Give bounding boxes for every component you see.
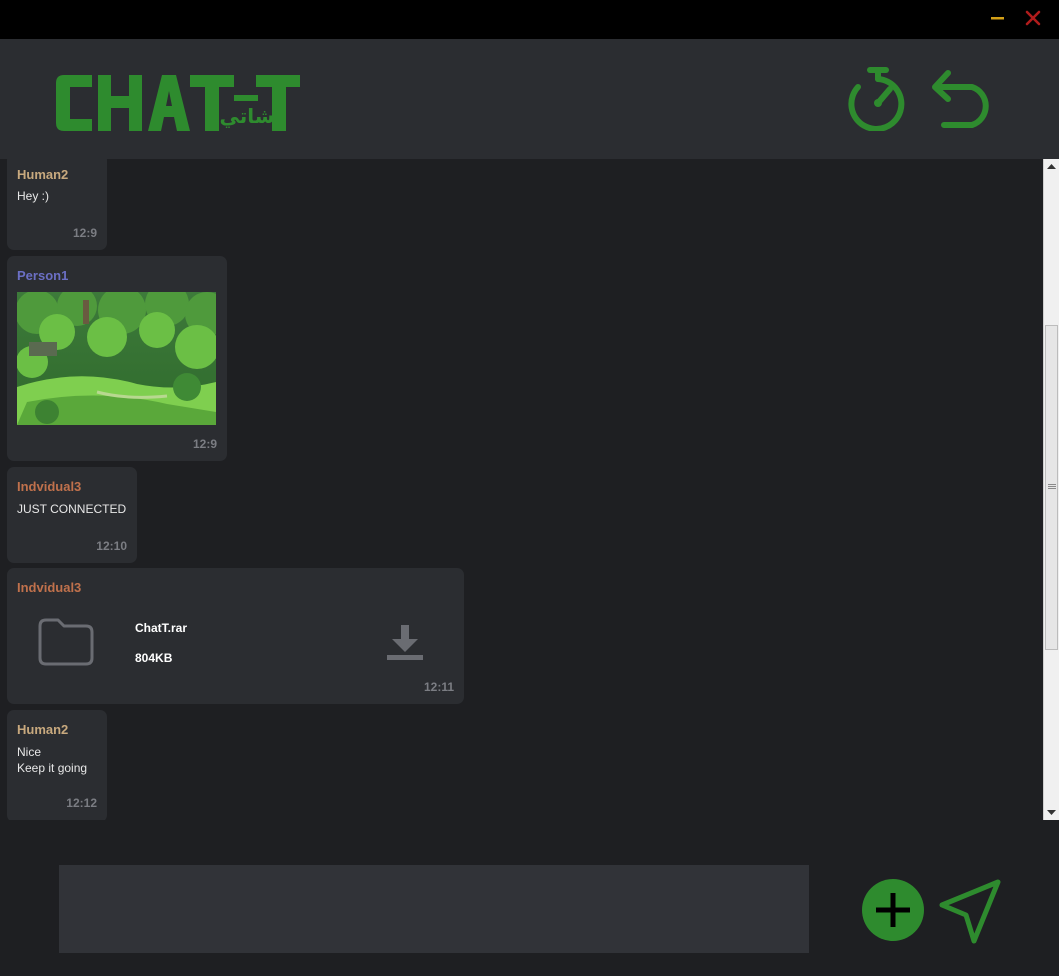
- scroll-up-arrow-icon[interactable]: [1045, 160, 1058, 174]
- message-sender: Person1: [17, 268, 69, 283]
- message-sender: Indvidual3: [17, 580, 82, 595]
- download-icon[interactable]: [384, 623, 426, 663]
- message-time: 12:10: [96, 539, 127, 553]
- message-time: 12:9: [72, 226, 97, 240]
- message-text: Hey :): [17, 189, 50, 203]
- folder-icon: [36, 616, 96, 668]
- plus-icon[interactable]: [861, 878, 925, 942]
- message-text: JUST CONNECTED: [17, 502, 127, 516]
- app-logo: شاتي: [52, 69, 304, 135]
- message-input[interactable]: [59, 865, 809, 953]
- message-sender: Indvidual3: [17, 479, 82, 494]
- message-text: Nice Keep it going: [17, 745, 88, 775]
- stopwatch-icon[interactable]: [846, 65, 910, 132]
- message-bubble: Indvidual3 JUST CONNECTED 12:10: [7, 467, 137, 563]
- file-name: ChatT.rar: [135, 621, 188, 635]
- message-sender: Human2: [17, 722, 69, 737]
- message-time: 12:11: [423, 680, 454, 694]
- send-icon[interactable]: [936, 877, 1004, 947]
- message-bubble: Human2 Nice Keep it going 12:12: [7, 710, 107, 820]
- return-arrow-icon[interactable]: [930, 67, 1000, 129]
- file-message-bubble: Indvidual3 ChatT.rar 804KB 12:11: [7, 568, 464, 704]
- message-list[interactable]: Human2 Hey :) 12:9 Person1 12:9 Indvidua…: [0, 159, 1043, 820]
- message-time: 12:9: [192, 437, 217, 451]
- message-sender: Human2: [17, 167, 69, 182]
- logo-arabic-text: شاتي: [220, 104, 275, 129]
- file-size: 804KB: [135, 651, 173, 665]
- message-time: 12:12: [66, 796, 97, 810]
- scroll-down-arrow-icon[interactable]: [1045, 805, 1058, 819]
- message-bubble: Person1 12:9: [7, 256, 229, 461]
- title-bar: [0, 0, 1059, 39]
- composer-bar: [0, 820, 1059, 976]
- header: شاتي: [0, 39, 1059, 159]
- vertical-scrollbar[interactable]: [1043, 159, 1059, 820]
- forest-landscape-image[interactable]: [15, 282, 229, 425]
- close-icon[interactable]: [1021, 6, 1045, 30]
- minimize-icon[interactable]: [986, 6, 1010, 30]
- message-bubble: Human2 Hey :) 12:9: [7, 159, 107, 250]
- scrollbar-thumb[interactable]: [1045, 325, 1058, 650]
